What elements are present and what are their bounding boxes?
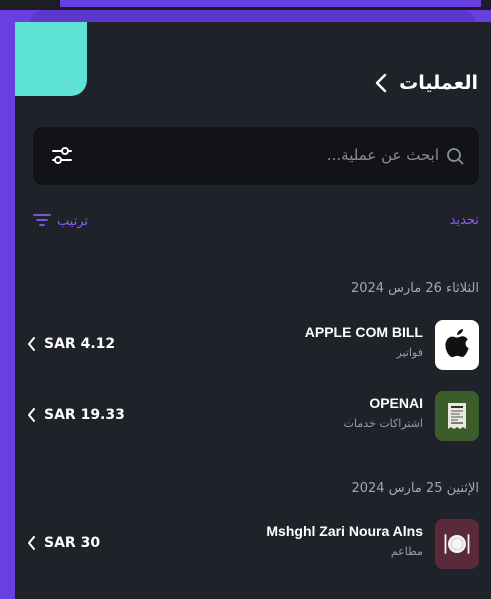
search-bar[interactable]: ابحث عن عملية... xyxy=(33,127,479,185)
receipt-icon xyxy=(435,391,479,441)
amount-text: SAR 4.12 xyxy=(44,336,116,352)
date-header: الإثنين 25 مارس 2024 xyxy=(351,481,479,496)
restaurant-plate-icon xyxy=(435,519,479,569)
transaction-category: مطاعم xyxy=(390,545,423,558)
transaction-row[interactable]: SAR 30 Mshghl Zari Noura Alns مطاعم xyxy=(27,519,479,573)
teal-overlay xyxy=(15,22,87,96)
transaction-info: APPLE COM BILL فواتير xyxy=(305,324,423,359)
apple-logo-icon xyxy=(435,320,479,370)
chevron-left-icon xyxy=(28,408,35,422)
chevron-left-icon xyxy=(28,337,35,351)
transactions-panel: العمليات ابحث عن عملية... ترتيب تحديد ال… xyxy=(15,22,491,599)
transaction-amount: SAR 30 xyxy=(27,535,100,551)
filter-sliders-icon[interactable] xyxy=(51,146,73,166)
merchant-name: Mshghl Zari Noura Alns xyxy=(266,523,423,539)
amount-text: SAR 30 xyxy=(44,535,101,551)
transaction-info: OPENAI اشتراكات خدمات xyxy=(344,395,423,430)
select-button[interactable]: تحديد xyxy=(450,213,479,228)
merchant-name: OPENAI xyxy=(369,395,423,411)
transaction-amount: SAR 4.12 xyxy=(27,336,115,352)
transaction-category: فواتير xyxy=(396,346,423,359)
transaction-row[interactable]: SAR 19.33 OPENAI اشتراكات خدمات xyxy=(27,391,479,445)
transaction-category: اشتراكات خدمات xyxy=(343,417,423,430)
chevron-left-icon xyxy=(28,536,35,550)
search-input[interactable]: ابحث عن عملية... xyxy=(327,146,439,164)
sort-lines-icon xyxy=(33,212,51,231)
page-title: العمليات xyxy=(399,72,478,94)
page-header: العمليات xyxy=(371,70,478,96)
amount-text: SAR 19.33 xyxy=(44,407,125,423)
toolbar: ترتيب تحديد xyxy=(33,210,479,232)
top-strip xyxy=(0,0,491,10)
sort-label: ترتيب xyxy=(57,214,89,229)
top-accent-bar xyxy=(60,0,481,7)
date-header: الثلاثاء 26 مارس 2024 xyxy=(350,281,479,296)
transaction-amount: SAR 19.33 xyxy=(27,407,125,423)
transaction-row[interactable]: SAR 4.12 APPLE COM BILL فواتير xyxy=(27,320,479,374)
search-icon xyxy=(446,147,464,165)
merchant-name: APPLE COM BILL xyxy=(304,324,423,340)
chevron-left-icon[interactable] xyxy=(371,71,391,95)
sort-button[interactable]: ترتيب xyxy=(33,212,88,231)
transaction-info: Mshghl Zari Noura Alns مطاعم xyxy=(266,523,423,558)
